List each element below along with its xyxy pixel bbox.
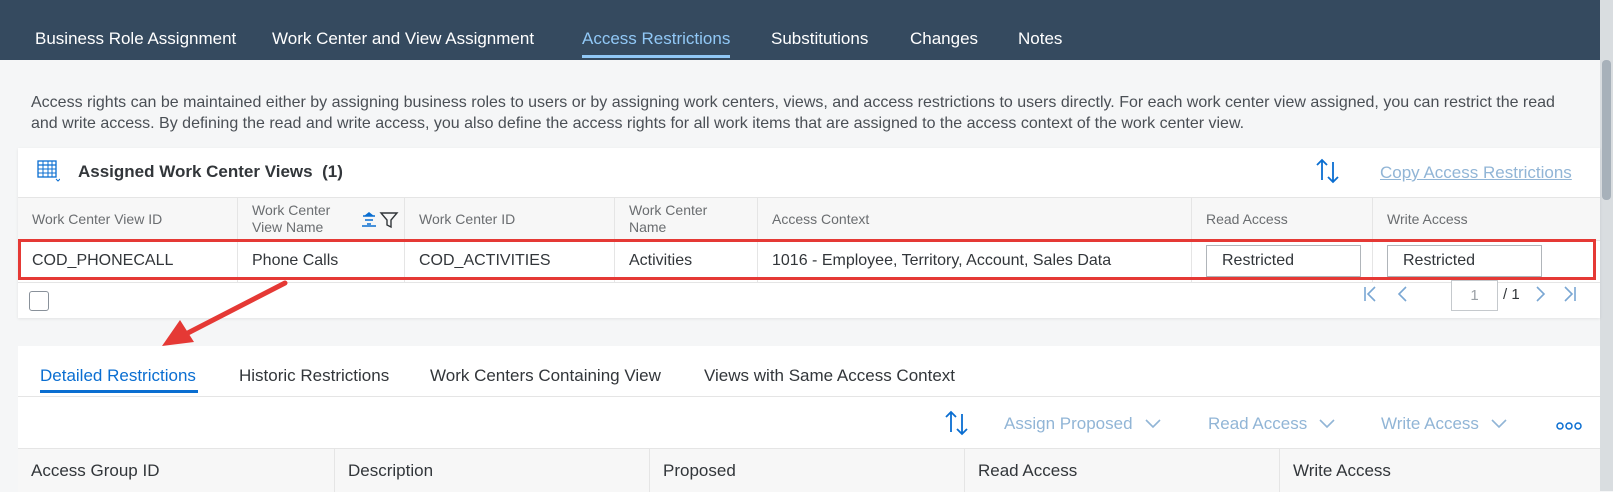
next-page-icon[interactable]	[1530, 279, 1550, 309]
read-access-select[interactable]: Restricted	[1206, 245, 1361, 277]
page-number-input[interactable]: 1	[1451, 280, 1498, 311]
chevron-down-icon	[1319, 419, 1335, 429]
tab-historic-restrictions[interactable]: Historic Restrictions	[239, 366, 389, 386]
assign-proposed-label: Assign Proposed	[1004, 414, 1133, 433]
col-header-access-context[interactable]: Access Context	[758, 198, 1192, 240]
col-header-wc-name-label: Work Center Name	[629, 202, 708, 235]
tab-views-same-access-context[interactable]: Views with Same Access Context	[704, 366, 955, 386]
col-header-description[interactable]: Description	[335, 449, 650, 492]
cell-wc-name: Activities	[615, 240, 758, 282]
tab-notes[interactable]: Notes	[1018, 29, 1062, 49]
active-subtab-indicator	[40, 390, 198, 393]
scrollbar-thumb[interactable]	[1602, 60, 1611, 200]
overflow-menu-icon[interactable]	[1556, 421, 1582, 431]
assigned-views-panel: Assigned Work Center Views (1) Copy Acce…	[18, 148, 1600, 318]
col-header-proposed[interactable]: Proposed	[650, 449, 965, 492]
subtabs-divider	[18, 396, 1600, 397]
panel-title-text: Assigned Work Center Views	[78, 162, 313, 181]
table-header-row: Work Center View ID Work Center View Nam…	[18, 197, 1600, 241]
read-access-button[interactable]: Read Access	[1208, 414, 1335, 434]
col-header-view-name-label: Work Center View Name	[252, 202, 331, 235]
col-header-read-access[interactable]: Read Access	[1192, 198, 1373, 240]
tab-access-restrictions[interactable]: Access Restrictions	[582, 29, 730, 49]
active-tab-indicator	[582, 55, 730, 58]
tab-detailed-restrictions[interactable]: Detailed Restrictions	[40, 366, 196, 386]
col-header-write-access[interactable]: Write Access	[1280, 449, 1600, 492]
col-header-access-group-id[interactable]: Access Group ID	[18, 449, 335, 492]
chevron-down-icon	[1144, 419, 1161, 429]
write-access-select[interactable]: Restricted	[1387, 245, 1542, 277]
col-header-wc-id[interactable]: Work Center ID	[405, 198, 615, 240]
col-header-wc-name[interactable]: Work Center Name	[615, 198, 758, 240]
tab-substitutions[interactable]: Substitutions	[771, 29, 868, 49]
details-panel: Detailed Restrictions Historic Restricti…	[18, 346, 1600, 492]
write-access-label: Write Access	[1381, 414, 1479, 433]
last-page-icon[interactable]	[1560, 279, 1580, 309]
cell-access-context: 1016 - Employee, Territory, Account, Sal…	[758, 240, 1192, 282]
assign-proposed-button[interactable]: Assign Proposed	[1004, 414, 1161, 434]
read-access-label: Read Access	[1208, 414, 1308, 433]
copy-access-restrictions-link[interactable]: Copy Access Restrictions	[1380, 163, 1572, 183]
page-total: / 1	[1503, 286, 1520, 303]
tab-business-role-assignment[interactable]: Business Role Assignment	[35, 29, 236, 49]
table-row[interactable]: COD_PHONECALL Phone Calls COD_ACTIVITIES…	[18, 240, 1600, 283]
vertical-scrollbar[interactable]	[1600, 0, 1613, 491]
sort-icon[interactable]	[942, 408, 972, 438]
col-header-view-id[interactable]: Work Center View ID	[18, 198, 238, 240]
details-table-header: Access Group ID Description Proposed Rea…	[18, 448, 1600, 492]
cell-view-name: Phone Calls	[238, 240, 405, 282]
write-access-button[interactable]: Write Access	[1381, 414, 1507, 434]
sort-icon[interactable]	[1313, 156, 1343, 186]
chevron-down-icon	[1491, 419, 1507, 429]
cell-view-id: COD_PHONECALL	[18, 240, 238, 282]
top-nav-bar: Business Role Assignment Work Center and…	[0, 0, 1600, 60]
select-all-checkbox[interactable]	[29, 291, 49, 311]
panel-title-count: (1)	[322, 162, 343, 181]
intro-description: Access rights can be maintained either b…	[31, 94, 1555, 132]
cell-wc-id: COD_ACTIVITIES	[405, 240, 615, 282]
tab-work-center-view-assignment[interactable]: Work Center and View Assignment	[272, 29, 534, 49]
col-header-read-access[interactable]: Read Access	[965, 449, 1280, 492]
first-page-icon[interactable]	[1360, 279, 1380, 309]
panel-title: Assigned Work Center Views (1)	[78, 162, 343, 182]
previous-page-icon[interactable]	[1393, 279, 1413, 309]
sort-filter-icon[interactable]	[361, 210, 401, 230]
table-settings-icon[interactable]	[36, 158, 60, 182]
col-header-write-access[interactable]: Write Access	[1373, 198, 1600, 240]
tab-changes[interactable]: Changes	[910, 29, 978, 49]
tab-work-centers-containing-view[interactable]: Work Centers Containing View	[430, 366, 661, 386]
